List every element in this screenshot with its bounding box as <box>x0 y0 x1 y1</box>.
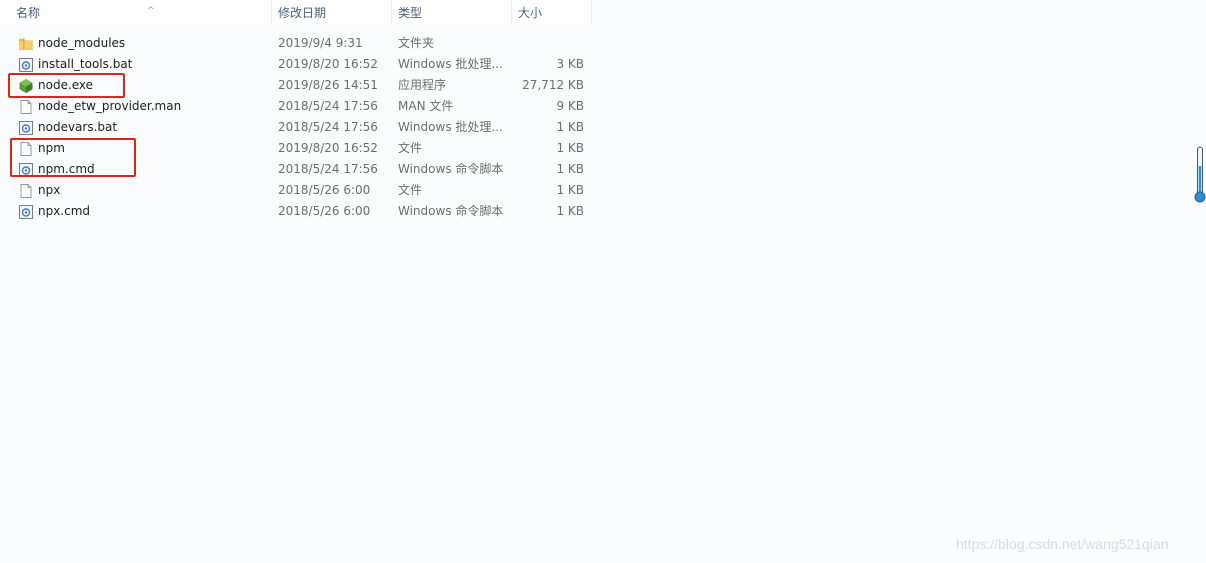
column-header-type[interactable]: 类型 <box>392 0 512 25</box>
batch-file-icon <box>19 205 33 219</box>
file-date: 2018/5/24 17:56 <box>278 162 378 176</box>
file-size: 1 KB <box>556 204 584 218</box>
column-header-bar: 名称 ^ 修改日期 类型 大小 <box>0 0 592 25</box>
column-header-size-label: 大小 <box>518 6 543 20</box>
file-date: 2018/5/24 17:56 <box>278 99 378 113</box>
file-row[interactable]: nodevars.bat 2018/5/24 17:56 Windows 批处理… <box>0 117 600 138</box>
file-date: 2018/5/24 17:56 <box>278 120 378 134</box>
file-type: Windows 命令脚本 <box>398 204 504 218</box>
column-header-date[interactable]: 修改日期 <box>272 0 392 25</box>
column-header-date-label: 修改日期 <box>278 6 327 20</box>
file-type: 文件 <box>398 183 423 197</box>
file-size: 1 KB <box>556 120 584 134</box>
file-type: 文件夹 <box>398 36 435 50</box>
column-header-type-label: 类型 <box>398 6 423 20</box>
file-date: 2019/8/26 14:51 <box>278 78 378 92</box>
file-name: nodevars.bat <box>38 120 118 134</box>
file-size: 1 KB <box>556 141 584 155</box>
file-name: install_tools.bat <box>38 57 133 71</box>
file-type: 文件 <box>398 141 423 155</box>
file-name: npx.cmd <box>38 204 91 218</box>
highlight-box-npm <box>10 138 136 177</box>
file-name: npx <box>38 183 61 197</box>
file-date: 2019/9/4 9:31 <box>278 36 363 50</box>
file-explorer-window: 名称 ^ 修改日期 类型 大小 node_modules 2019/9/4 9:… <box>0 0 1206 563</box>
column-header-name-label: 名称 <box>16 6 41 20</box>
thermometer-icon <box>1194 146 1206 203</box>
file-type: Windows 命令脚本 <box>398 162 504 176</box>
folder-icon <box>19 38 33 50</box>
sort-ascending-icon: ^ <box>147 6 155 16</box>
file-size: 3 KB <box>556 57 584 71</box>
file-date: 2018/5/26 6:00 <box>278 204 371 218</box>
watermark-text: https://blog.csdn.net/wang521qian <box>956 536 1169 552</box>
blank-file-icon <box>20 184 32 198</box>
batch-file-icon <box>19 58 33 72</box>
file-row[interactable]: node_modules 2019/9/4 9:31 文件夹 <box>0 33 600 54</box>
file-name: node_modules <box>38 36 126 50</box>
batch-file-icon <box>19 121 33 135</box>
file-type: MAN 文件 <box>398 99 454 113</box>
column-header-name[interactable]: 名称 ^ <box>10 0 272 25</box>
file-size: 9 KB <box>556 99 584 113</box>
file-row[interactable]: npx.cmd 2018/5/26 6:00 Windows 命令脚本 1 KB <box>0 201 600 222</box>
blank-file-icon <box>20 100 32 114</box>
file-name: node_etw_provider.man <box>38 99 182 113</box>
file-date: 2019/8/20 16:52 <box>278 57 378 71</box>
file-row[interactable]: npx 2018/5/26 6:00 文件 1 KB <box>0 180 600 201</box>
column-header-size[interactable]: 大小 <box>512 0 592 25</box>
file-date: 2018/5/26 6:00 <box>278 183 371 197</box>
file-size: 27,712 KB <box>522 78 584 92</box>
file-type: Windows 批处理... <box>398 57 503 71</box>
file-date: 2019/8/20 16:52 <box>278 141 378 155</box>
file-row[interactable]: install_tools.bat 2019/8/20 16:52 Window… <box>0 54 600 75</box>
file-type: Windows 批处理... <box>398 120 503 134</box>
file-row[interactable]: node_etw_provider.man 2018/5/24 17:56 MA… <box>0 96 600 117</box>
file-size: 1 KB <box>556 162 584 176</box>
highlight-box-node-exe <box>8 73 125 98</box>
file-type: 应用程序 <box>398 78 447 92</box>
file-size: 1 KB <box>556 183 584 197</box>
